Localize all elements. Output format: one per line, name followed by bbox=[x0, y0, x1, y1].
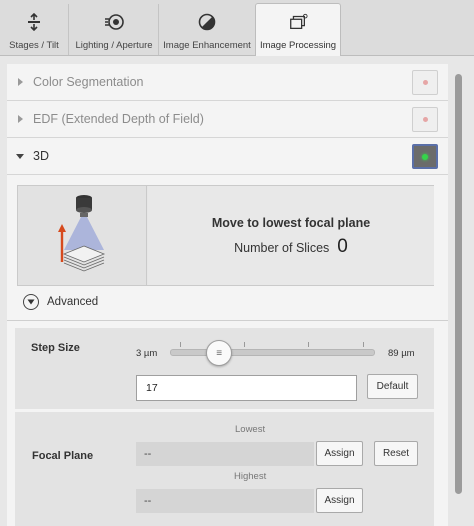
3d-status-panel: Move to lowest focal plane Number of Sli… bbox=[17, 185, 434, 286]
slider-tick bbox=[308, 342, 309, 347]
focal-plane-section: Lowest Focal Plane -- Assign Reset Highe… bbox=[15, 412, 434, 526]
vertical-scrollbar[interactable] bbox=[452, 64, 465, 526]
lighting-aperture-icon bbox=[104, 12, 124, 32]
tab-label: Stages / Tilt bbox=[9, 40, 59, 51]
reset-button[interactable]: Reset bbox=[374, 441, 418, 466]
status-led-icon bbox=[422, 117, 428, 122]
highest-caption: Highest bbox=[234, 471, 267, 482]
step-size-slider-handle[interactable]: ≡ bbox=[206, 340, 233, 366]
divider bbox=[7, 320, 448, 321]
step-size-label: Step Size bbox=[31, 342, 80, 354]
lowest-caption: Lowest bbox=[235, 424, 266, 435]
focal-instruction: Move to lowest focal plane bbox=[211, 216, 371, 230]
chevron-down-icon bbox=[7, 153, 33, 160]
slider-min-label: 3 µm bbox=[136, 348, 158, 359]
image-enhancement-icon bbox=[197, 12, 217, 32]
assign-lowest-button[interactable]: Assign bbox=[316, 441, 363, 466]
chevron-right-icon bbox=[7, 77, 33, 87]
focal-plane-label: Focal Plane bbox=[32, 450, 94, 462]
tab-label: Image Enhancement bbox=[163, 40, 251, 51]
step-size-section: Step Size 3 µm ≡ 89 µm 17 Default bbox=[15, 328, 434, 409]
accordion-color-segmentation[interactable]: Color Segmentation bbox=[7, 64, 448, 101]
focal-plane-illustration bbox=[18, 186, 147, 285]
chevron-right-icon bbox=[7, 114, 33, 124]
tab-label: Lighting / Aperture bbox=[75, 40, 153, 51]
advanced-toggle[interactable]: Advanced bbox=[23, 294, 98, 310]
advanced-label: Advanced bbox=[47, 296, 99, 308]
tab-image-enhancement[interactable]: Image Enhancement bbox=[160, 4, 254, 55]
color-segmentation-toggle[interactable] bbox=[412, 70, 438, 95]
assign-highest-button[interactable]: Assign bbox=[316, 488, 363, 513]
slider-tick bbox=[363, 342, 364, 347]
slider-max-label: 89 µm bbox=[388, 348, 415, 359]
tab-image-processing[interactable]: Image Processing bbox=[255, 3, 341, 56]
3d-toggle[interactable] bbox=[412, 144, 438, 169]
accordion-label: 3D bbox=[33, 149, 49, 163]
processing-pane: Color Segmentation EDF (Extended Depth o… bbox=[7, 64, 448, 526]
chevron-down-circle-icon bbox=[23, 294, 39, 310]
tab-stages-tilt[interactable]: Stages / Tilt bbox=[0, 4, 69, 55]
status-led-icon bbox=[422, 153, 428, 160]
slider-tick bbox=[180, 342, 181, 347]
accordion-label: EDF (Extended Depth of Field) bbox=[33, 112, 204, 126]
slider-tick bbox=[244, 342, 245, 347]
3d-message-area: Move to lowest focal plane Number of Sli… bbox=[148, 186, 434, 285]
accordion-3d[interactable]: 3D bbox=[7, 138, 448, 175]
slice-count: Number of Slices 0 bbox=[148, 236, 434, 258]
accordion-edf[interactable]: EDF (Extended Depth of Field) bbox=[7, 101, 448, 138]
lowest-value: -- bbox=[136, 442, 314, 466]
tab-lighting-aperture[interactable]: Lighting / Aperture bbox=[70, 4, 159, 55]
tab-label: Image Processing bbox=[259, 40, 337, 51]
slice-count-label: Number of Slices bbox=[234, 241, 330, 255]
slice-count-value: 0 bbox=[337, 236, 348, 257]
accordion-label: Color Segmentation bbox=[33, 75, 144, 89]
highest-value: -- bbox=[136, 489, 314, 513]
step-size-input[interactable]: 17 bbox=[136, 375, 357, 401]
stage-tilt-icon bbox=[24, 12, 44, 32]
tab-bar: Stages / Tilt Lighting / Aperture Image … bbox=[0, 0, 474, 56]
status-led-icon bbox=[422, 80, 428, 85]
image-processing-icon bbox=[288, 12, 308, 32]
step-size-slider-track[interactable] bbox=[170, 349, 375, 356]
scrollbar-thumb[interactable] bbox=[455, 74, 462, 494]
default-button[interactable]: Default bbox=[367, 374, 418, 399]
edf-toggle[interactable] bbox=[412, 107, 438, 132]
